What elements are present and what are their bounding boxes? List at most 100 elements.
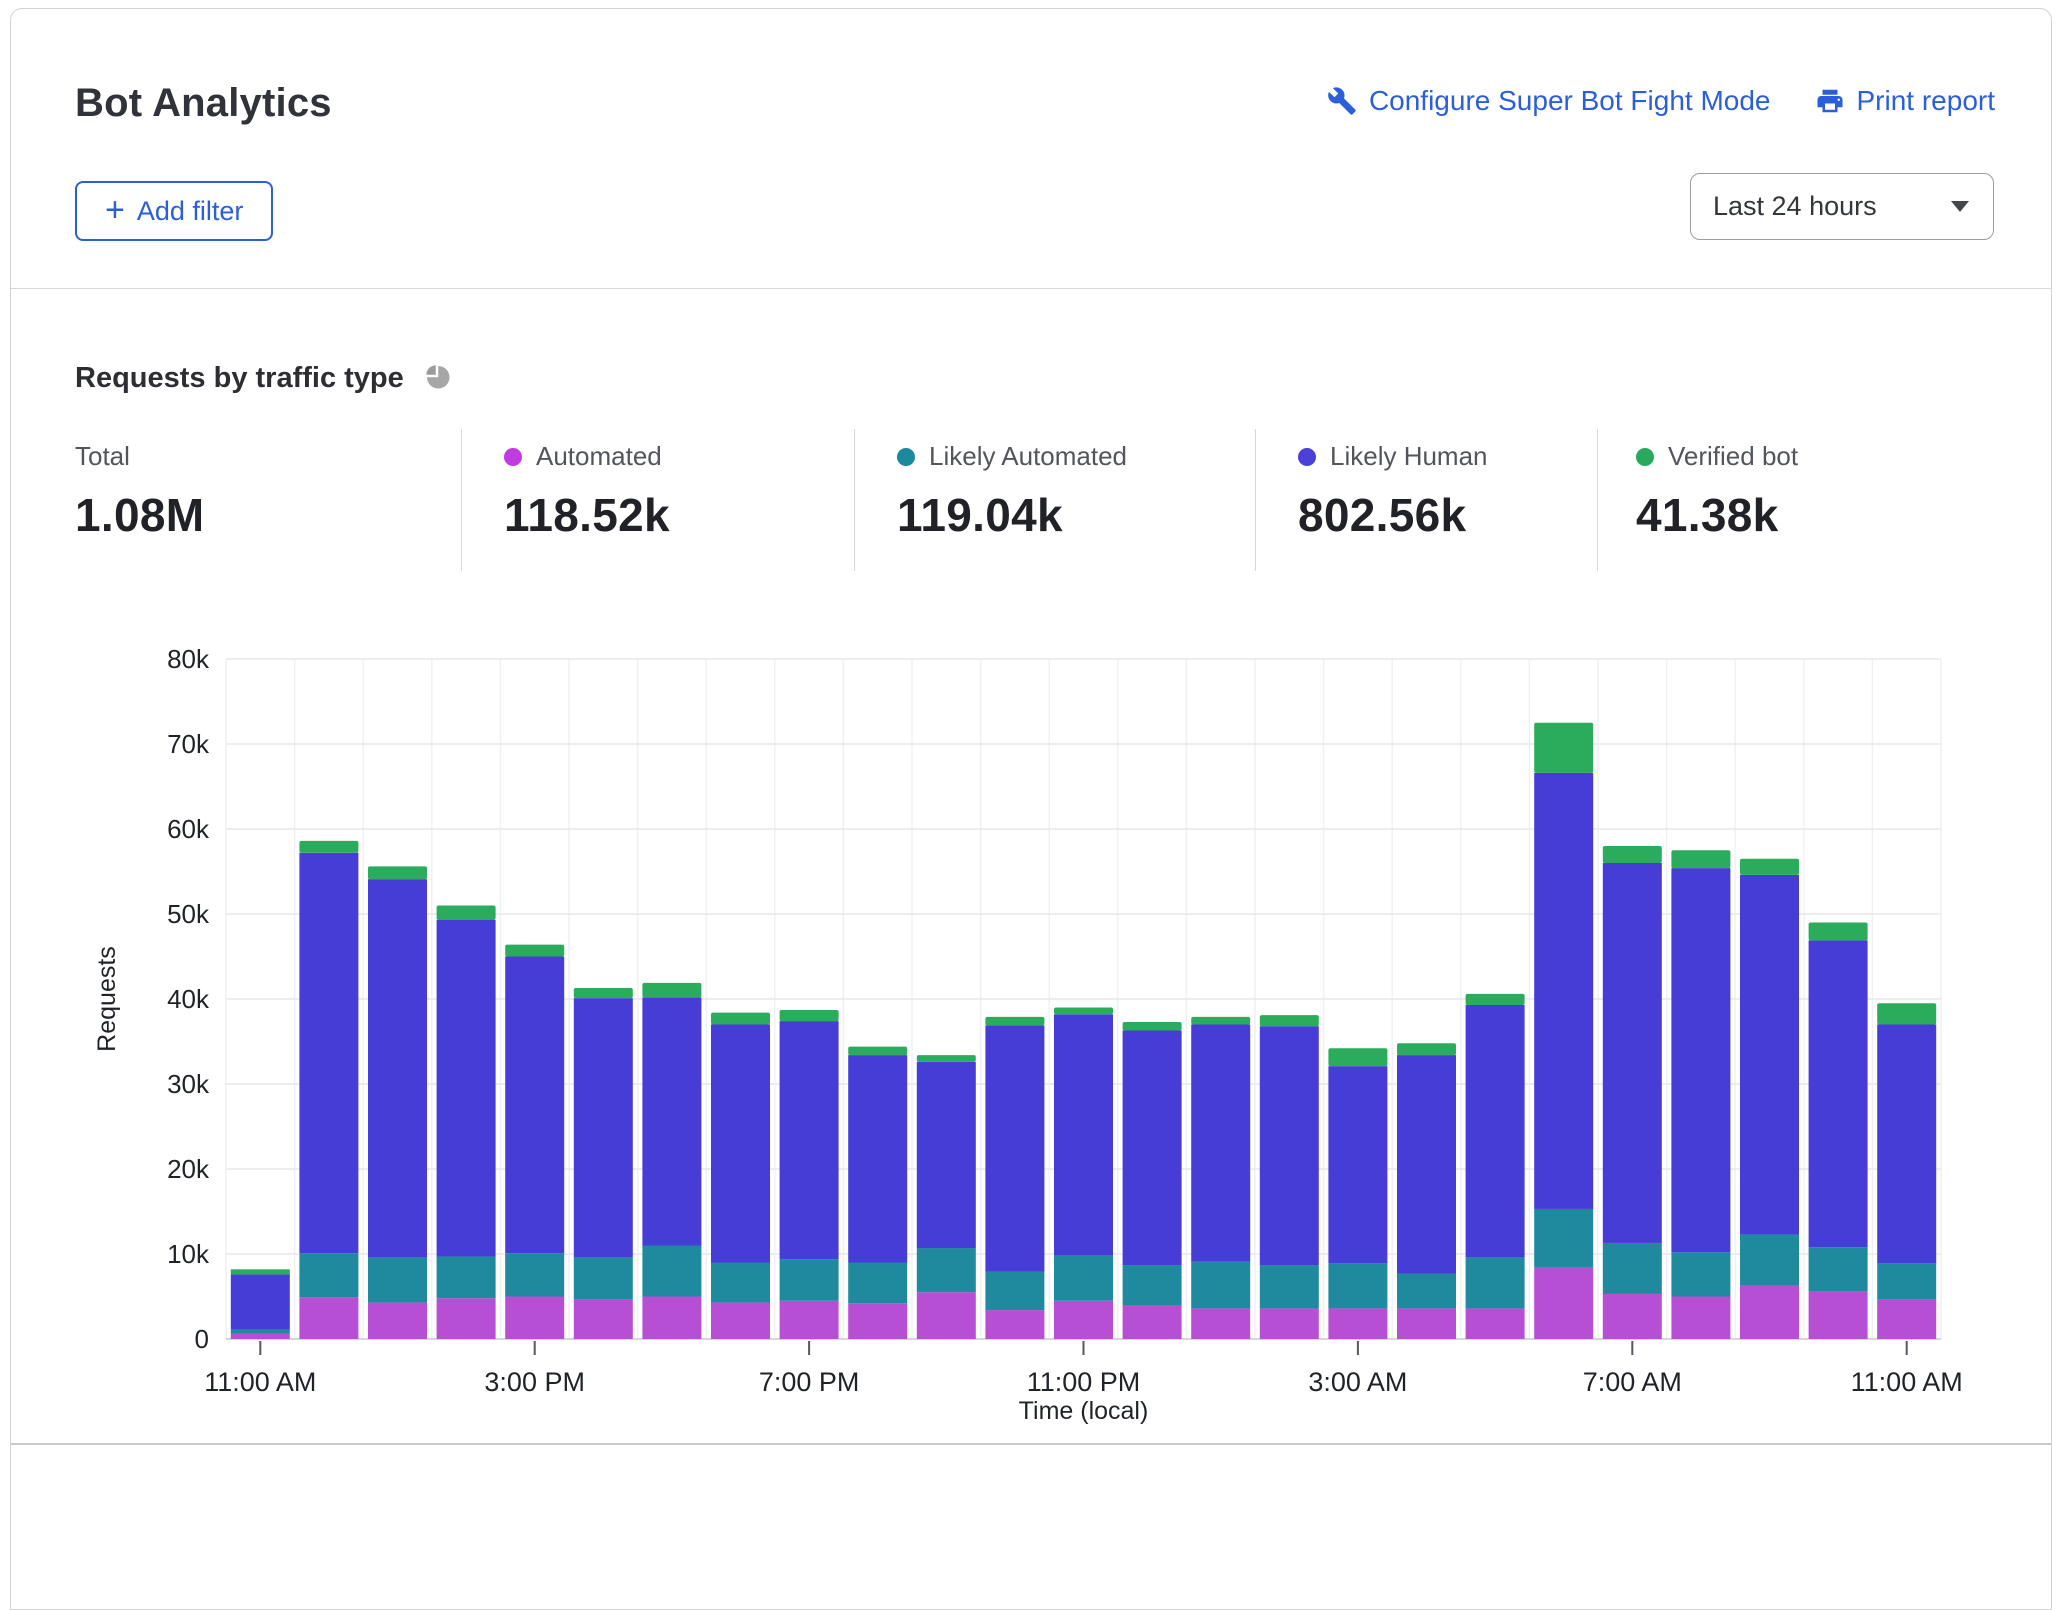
bar-segment-likely-human[interactable] [642,997,702,1246]
bar-segment-automated[interactable] [642,1296,702,1340]
bar-segment-likely-automated[interactable] [1191,1261,1251,1309]
bar-segment-likely-automated[interactable] [1122,1265,1182,1306]
bar-segment-automated[interactable] [779,1300,839,1339]
bar-segment-likely-automated[interactable] [1602,1242,1662,1294]
bar-segment-verified-bot[interactable] [779,1010,839,1022]
bar-segment-likely-human[interactable] [1671,868,1731,1253]
bar-segment-automated[interactable] [436,1298,496,1339]
bar-segment-likely-human[interactable] [1397,1055,1456,1274]
bar-segment-likely-human[interactable] [916,1061,976,1249]
bar-segment-likely-automated[interactable] [368,1257,427,1303]
bar-segment-verified-bot[interactable] [1054,1007,1113,1015]
configure-super-bot-fight-mode-link[interactable]: Configure Super Bot Fight Mode [1327,85,1771,117]
bar-segment-likely-human[interactable] [1877,1024,1937,1264]
bar-segment-likely-automated[interactable] [436,1256,496,1299]
bar-segment-verified-bot[interactable] [230,1269,290,1275]
bar-segment-likely-automated[interactable] [985,1271,1045,1311]
bar-segment-likely-automated[interactable] [1465,1257,1525,1309]
bar-segment-likely-automated[interactable] [1808,1247,1868,1292]
bar-segment-likely-automated[interactable] [1877,1263,1937,1300]
bar-segment-verified-bot[interactable] [916,1055,976,1062]
bar-segment-likely-human[interactable] [1808,940,1868,1248]
bar-segment-automated[interactable] [1328,1308,1388,1339]
bar-segment-automated[interactable] [1534,1267,1594,1339]
bar-segment-verified-bot[interactable] [1534,722,1594,773]
bar-segment-likely-human[interactable] [1328,1066,1388,1264]
add-filter-button[interactable]: + Add filter [75,181,274,241]
bar-segment-likely-human[interactable] [1465,1004,1525,1258]
stat-likely-human[interactable]: Likely Human 802.56k [1255,429,1488,571]
bar-segment-automated[interactable] [1122,1305,1182,1339]
bar-segment-automated[interactable] [848,1303,908,1339]
bar-segment-likely-human[interactable] [299,852,359,1254]
bar-segment-automated[interactable] [1877,1299,1937,1339]
bar-segment-likely-automated[interactable] [1397,1273,1456,1309]
bar-segment-verified-bot[interactable] [573,987,633,999]
stat-automated[interactable]: Automated 118.52k [461,429,670,571]
bar-segment-automated[interactable] [1602,1293,1662,1339]
bar-segment-likely-automated[interactable] [848,1262,908,1304]
bar-segment-automated[interactable] [1397,1308,1456,1339]
bar-segment-automated[interactable] [1054,1300,1113,1339]
bar-segment-likely-automated[interactable] [505,1253,565,1297]
bar-segment-likely-human[interactable] [1191,1024,1251,1262]
bar-segment-verified-bot[interactable] [1328,1048,1388,1067]
bar-segment-verified-bot[interactable] [1602,846,1662,863]
bar-segment-automated[interactable] [711,1302,770,1339]
bar-segment-verified-bot[interactable] [1191,1016,1251,1025]
bar-segment-likely-automated[interactable] [1671,1252,1731,1297]
bar-segment-likely-automated[interactable] [1259,1265,1319,1309]
bar-segment-likely-automated[interactable] [1740,1234,1799,1286]
bar-segment-automated[interactable] [1465,1308,1525,1339]
bar-segment-automated[interactable] [505,1296,565,1340]
bar-segment-automated[interactable] [1671,1296,1731,1340]
bar-segment-likely-human[interactable] [1602,863,1662,1243]
bar-segment-verified-bot[interactable] [1808,922,1868,941]
bar-segment-verified-bot[interactable] [1122,1021,1182,1031]
bar-segment-likely-automated[interactable] [779,1259,839,1301]
bar-segment-verified-bot[interactable] [1877,1003,1937,1025]
bar-segment-likely-automated[interactable] [230,1329,290,1334]
bar-segment-likely-automated[interactable] [642,1245,702,1297]
bar-segment-likely-human[interactable] [985,1025,1045,1272]
bar-segment-likely-automated[interactable] [573,1257,633,1300]
bar-segment-verified-bot[interactable] [1671,850,1731,869]
bar-segment-likely-human[interactable] [368,879,427,1258]
bar-segment-likely-human[interactable] [1740,874,1799,1235]
bar-segment-likely-human[interactable] [1122,1030,1182,1266]
bar-segment-verified-bot[interactable] [985,1016,1045,1026]
bar-segment-automated[interactable] [1259,1308,1319,1339]
bar-segment-automated[interactable] [916,1292,976,1339]
bar-segment-likely-automated[interactable] [916,1248,976,1293]
bar-segment-automated[interactable] [299,1297,359,1339]
bar-segment-likely-automated[interactable] [1328,1263,1388,1309]
bar-segment-likely-automated[interactable] [1054,1255,1113,1301]
bar-segment-likely-human[interactable] [505,956,565,1254]
bar-segment-likely-human[interactable] [848,1055,908,1263]
bar-segment-verified-bot[interactable] [505,944,565,957]
bar-segment-verified-bot[interactable] [642,982,702,998]
bar-segment-likely-human[interactable] [436,919,496,1257]
stat-verified-bot[interactable]: Verified bot 41.38k [1597,429,1798,571]
bar-segment-automated[interactable] [1740,1285,1799,1339]
bar-segment-verified-bot[interactable] [1740,858,1799,875]
bar-segment-verified-bot[interactable] [1259,1015,1319,1027]
bar-segment-likely-human[interactable] [1534,772,1594,1209]
bar-segment-verified-bot[interactable] [1465,993,1525,1005]
bar-segment-verified-bot[interactable] [848,1046,908,1056]
bar-segment-verified-bot[interactable] [711,1012,770,1025]
bar-segment-likely-human[interactable] [711,1024,770,1263]
bar-segment-verified-bot[interactable] [368,866,427,880]
time-range-select[interactable]: Last 24 hours [1690,173,1994,240]
bar-segment-automated[interactable] [1808,1291,1868,1339]
bar-segment-verified-bot[interactable] [436,905,496,920]
bar-segment-automated[interactable] [573,1299,633,1339]
bar-segment-verified-bot[interactable] [299,840,359,853]
bar-segment-likely-automated[interactable] [1534,1208,1594,1268]
bar-segment-likely-automated[interactable] [299,1253,359,1298]
bar-segment-automated[interactable] [1191,1308,1251,1339]
bar-segment-likely-human[interactable] [1054,1014,1113,1256]
bar-segment-likely-human[interactable] [573,998,633,1258]
bar-segment-likely-human[interactable] [1259,1026,1319,1266]
stat-likely-automated[interactable]: Likely Automated 119.04k [854,429,1127,571]
